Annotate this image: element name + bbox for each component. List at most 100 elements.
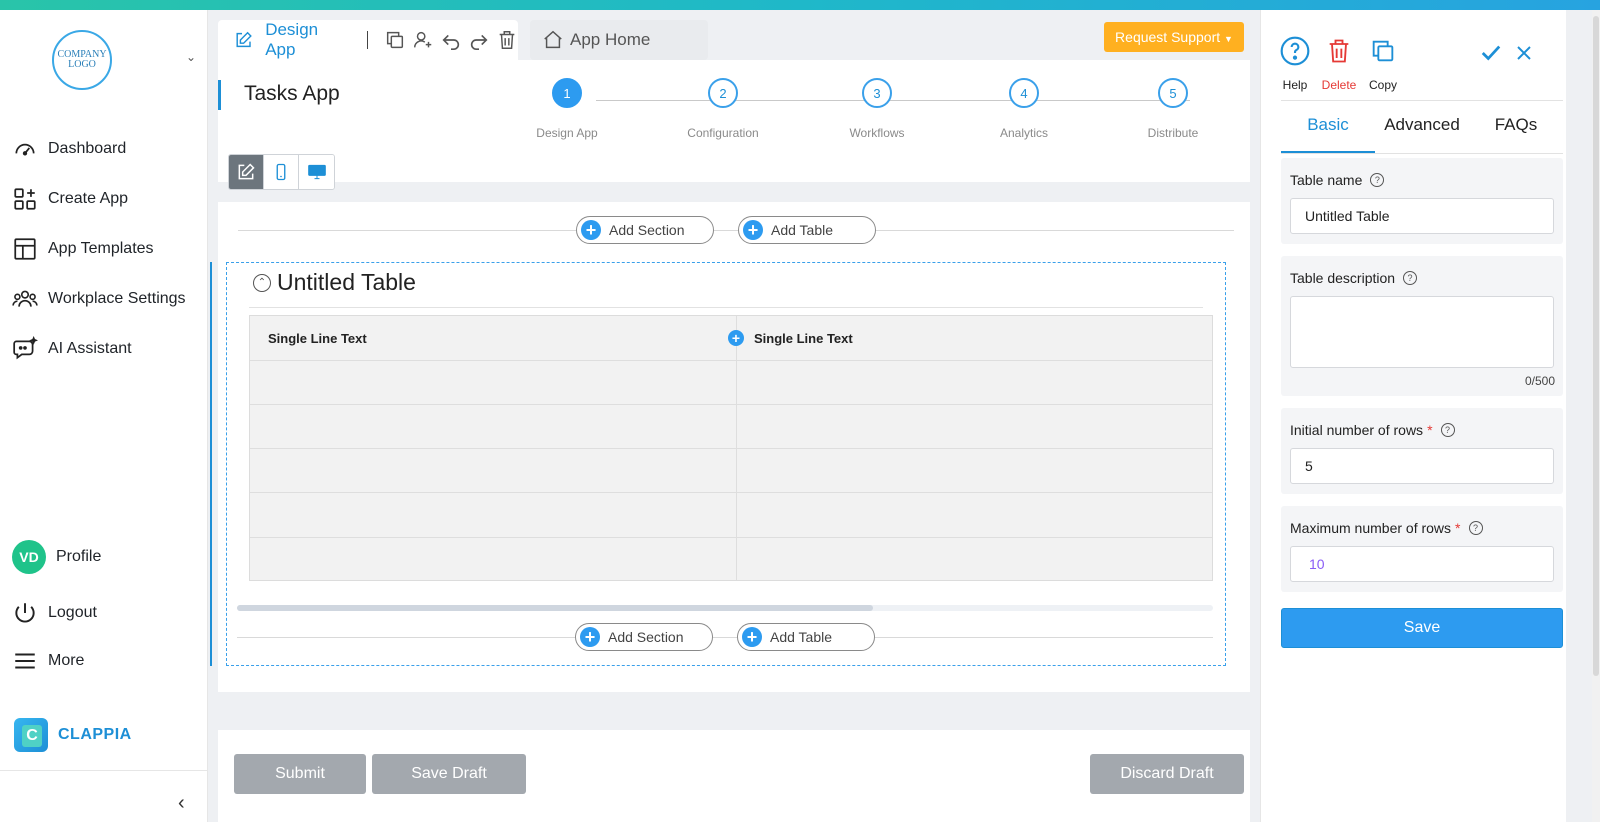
- step-1[interactable]: 1: [552, 78, 582, 108]
- close-icon[interactable]: [1515, 44, 1533, 67]
- copy-label: Copy: [1368, 78, 1397, 92]
- design-tab-label: Design App: [265, 20, 319, 59]
- help-icon: [1280, 36, 1310, 66]
- add-user-icon[interactable]: [412, 29, 434, 51]
- brand[interactable]: C CLAPPIA: [14, 718, 132, 752]
- step-2[interactable]: 2: [708, 78, 738, 108]
- field-label: Maximum number of rows: [1290, 520, 1452, 536]
- sidebar-item-label: Profile: [56, 548, 102, 565]
- app-home-tab[interactable]: App Home: [530, 20, 708, 60]
- add-table-label: Add Table: [771, 222, 834, 238]
- add-table-label: Add Table: [770, 629, 833, 645]
- delete-button[interactable]: Delete: [1319, 34, 1359, 92]
- sidebar-item-workplace-settings[interactable]: Workplace Settings: [12, 284, 186, 314]
- section-header[interactable]: ⌃ Untitled Table: [253, 269, 416, 296]
- mobile-view-button[interactable]: [264, 155, 299, 189]
- sidebar-item-more[interactable]: More: [12, 646, 84, 676]
- save-button[interactable]: Save: [1281, 608, 1563, 648]
- sidebar-item-create-app[interactable]: Create App: [12, 184, 128, 214]
- page-scrollbar[interactable]: [1592, 10, 1600, 822]
- divider: [237, 637, 1213, 638]
- accent-bar: [218, 80, 221, 110]
- horizontal-scrollbar[interactable]: [237, 605, 1213, 611]
- chevron-down-icon[interactable]: ⌄: [186, 50, 196, 64]
- step-5[interactable]: 5: [1158, 78, 1188, 108]
- initial-rows-label: Initial number of rows *?: [1290, 422, 1455, 438]
- max-rows-input[interactable]: [1290, 546, 1554, 582]
- top-gradient-bar: [0, 0, 1600, 10]
- sidebar-item-ai-assistant[interactable]: AI Assistant: [12, 334, 132, 364]
- collapse-chevron-left-icon[interactable]: ‹: [178, 792, 185, 815]
- question-icon[interactable]: ?: [1370, 173, 1385, 187]
- sidebar-item-profile[interactable]: VD Profile: [12, 540, 102, 574]
- view-toggle: [228, 154, 335, 190]
- copy-button[interactable]: Copy: [1363, 34, 1403, 92]
- save-draft-button[interactable]: Save Draft: [372, 754, 526, 794]
- add-section-button[interactable]: + Add Section: [575, 623, 713, 651]
- sidebar-item-label: Create App: [48, 190, 129, 207]
- company-logo-text: COMPANY LOGO: [57, 49, 107, 70]
- step-3[interactable]: 3: [862, 78, 892, 108]
- step-label: Design App: [536, 126, 598, 140]
- tab-advanced[interactable]: Advanced: [1375, 110, 1469, 153]
- help-button[interactable]: Help: [1275, 34, 1315, 92]
- add-table-button[interactable]: + Add Table: [737, 623, 875, 651]
- sidebar-item-logout[interactable]: Logout: [12, 598, 97, 628]
- chat-bot-icon: [13, 336, 38, 360]
- divider: [367, 31, 368, 49]
- add-controls-bottom: + Add Section + Add Table: [237, 623, 1213, 653]
- add-column-plus-icon[interactable]: +: [728, 330, 744, 346]
- trash-icon[interactable]: [496, 29, 518, 51]
- table-row: [250, 448, 1212, 449]
- column-header[interactable]: Single Line Text: [754, 316, 853, 360]
- discard-draft-button[interactable]: Discard Draft: [1090, 754, 1244, 794]
- table-description-textarea[interactable]: [1290, 296, 1554, 368]
- field-label: Initial number of rows: [1290, 422, 1424, 438]
- company-logo[interactable]: COMPANY LOGO: [52, 30, 112, 90]
- undo-icon[interactable]: [440, 29, 462, 51]
- table-section[interactable]: ⌃ Untitled Table Single Line Text Single…: [226, 262, 1226, 666]
- sidebar-item-dashboard[interactable]: Dashboard: [12, 134, 126, 164]
- question-icon[interactable]: ?: [1440, 423, 1455, 437]
- home-icon: [544, 30, 562, 49]
- sidebar-item-label: App Templates: [48, 240, 154, 257]
- sidebar-item-label: More: [48, 652, 85, 669]
- step-label: Workflows: [849, 126, 905, 140]
- table-name-input[interactable]: [1290, 198, 1554, 234]
- duplicate-icon[interactable]: [384, 29, 406, 51]
- add-section-button[interactable]: + Add Section: [576, 216, 714, 244]
- desktop-view-button[interactable]: [299, 155, 334, 189]
- column-header[interactable]: Single Line Text: [268, 316, 367, 360]
- stepper-line: [596, 100, 1190, 101]
- tab-faqs[interactable]: FAQs: [1469, 110, 1563, 153]
- help-label: Help: [1282, 78, 1308, 92]
- question-icon[interactable]: ?: [1468, 521, 1483, 535]
- table-row: [250, 404, 1212, 405]
- app-home-label: App Home: [570, 30, 651, 49]
- submit-button[interactable]: Submit: [234, 754, 366, 794]
- add-table-button[interactable]: + Add Table: [738, 216, 876, 244]
- plus-icon: +: [743, 220, 763, 240]
- plus-icon: +: [742, 627, 762, 647]
- sidebar-item-app-templates[interactable]: App Templates: [12, 234, 154, 264]
- tab-basic[interactable]: Basic: [1281, 110, 1375, 153]
- initial-rows-input[interactable]: [1290, 448, 1554, 484]
- scrollbar-thumb[interactable]: [237, 605, 873, 611]
- design-tab[interactable]: Design App: [218, 20, 518, 60]
- caret-down-icon: ▼: [1224, 34, 1233, 44]
- chevron-up-icon[interactable]: ⌃: [253, 273, 271, 292]
- clappia-logo-icon: C: [14, 718, 48, 752]
- page-title: Tasks App: [244, 82, 340, 105]
- step-4[interactable]: 4: [1009, 78, 1039, 108]
- question-icon[interactable]: ?: [1403, 271, 1418, 285]
- table-name-label: Table name?: [1290, 172, 1385, 188]
- form-footer: Submit Save Draft Discard Draft: [218, 730, 1250, 822]
- request-support-button[interactable]: Request Support ▼: [1104, 22, 1244, 52]
- confirm-check-icon[interactable]: [1479, 42, 1503, 69]
- scrollbar-thumb[interactable]: [1593, 16, 1599, 676]
- redo-icon[interactable]: [468, 29, 490, 51]
- selected-accent-bar: [210, 262, 212, 666]
- form-canvas: + Add Section + Add Table ⌃ Untitled Table…: [210, 202, 1250, 692]
- field-label: Table description: [1290, 270, 1396, 286]
- edit-view-button[interactable]: [229, 155, 264, 189]
